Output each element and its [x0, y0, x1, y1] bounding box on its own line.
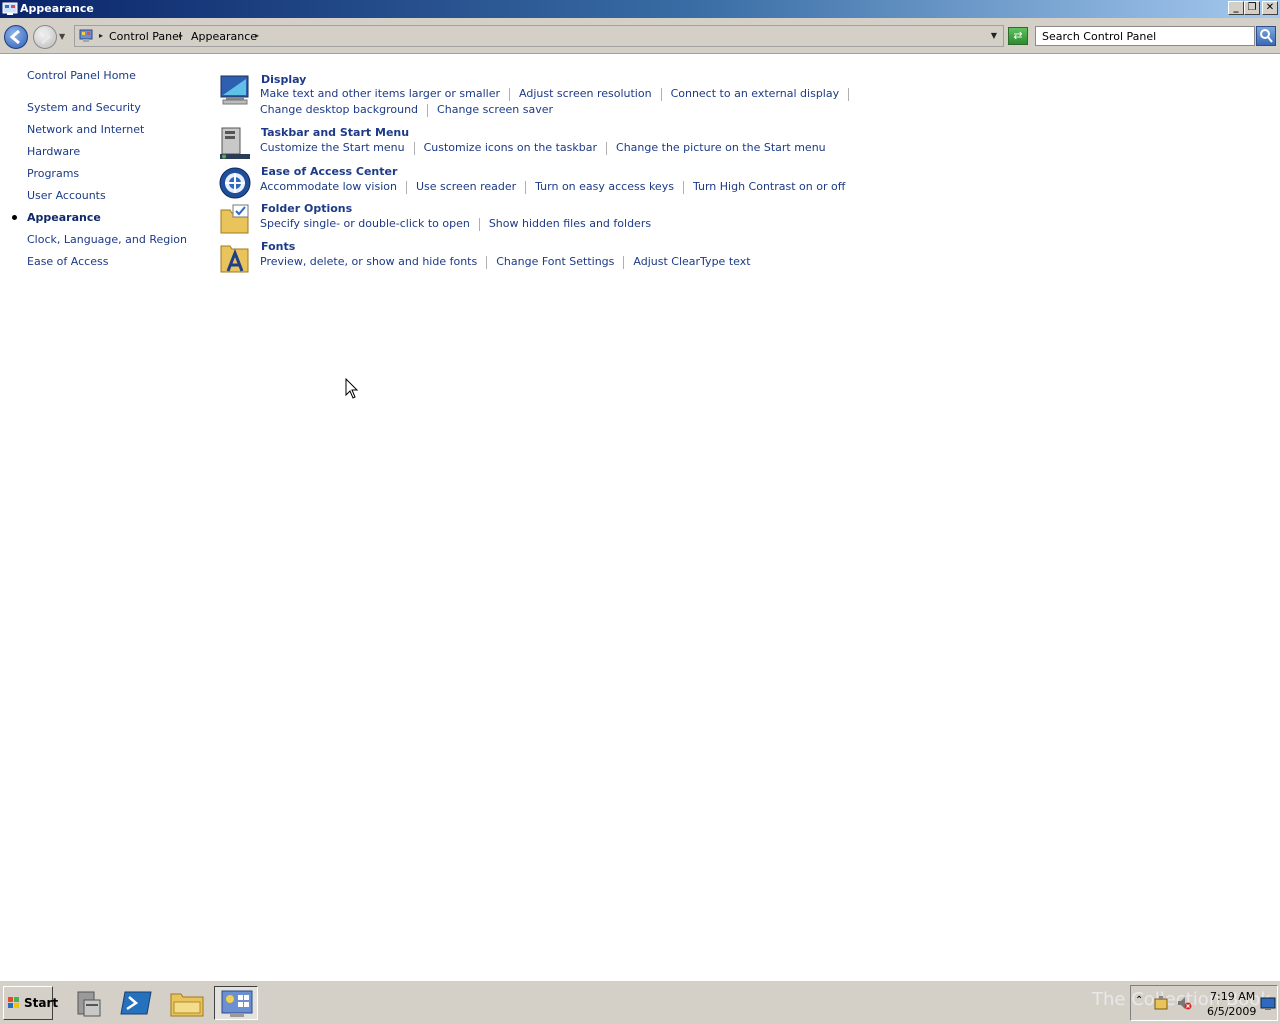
clock-date[interactable]: 6/5/2009	[1207, 1005, 1256, 1018]
taskbar: Start The Collection Book ⌃ 7:19 AM 6/5/…	[0, 980, 1280, 1024]
current-item-bullet	[12, 215, 17, 220]
forward-button[interactable]	[33, 25, 57, 49]
link-screen-resolution[interactable]: Adjust screen resolution	[519, 87, 652, 100]
sidebar-item-programs[interactable]: Programs	[27, 167, 79, 180]
sidebar-item-hardware[interactable]: Hardware	[27, 145, 80, 158]
link-customize-start-menu[interactable]: Customize the Start menu	[260, 141, 405, 154]
search-icon	[1260, 29, 1273, 43]
address-history-dropdown[interactable]: ▼	[991, 31, 997, 40]
explorer-icon	[170, 993, 204, 1017]
taskbar-links-row: Customize the Start menu Customize icons …	[260, 141, 826, 155]
breadcrumb-appearance[interactable]: Appearance	[191, 30, 257, 43]
display-icon	[220, 75, 249, 105]
close-button[interactable]: ✕	[1262, 1, 1278, 15]
action-center-icon[interactable]	[1153, 995, 1169, 1011]
fonts-icon	[220, 245, 249, 273]
ease-of-access-icon	[219, 167, 251, 199]
clock-time[interactable]: 7:19 AM	[1210, 990, 1255, 1003]
link-hidden-files[interactable]: Show hidden files and folders	[489, 217, 651, 230]
title-bar: Appearance _ ❐ ✕	[0, 0, 1280, 18]
ease-links-row: Accommodate low vision Use screen reader T…	[260, 180, 845, 194]
link-customize-taskbar-icons[interactable]: Customize icons on the taskbar	[424, 141, 597, 154]
control-panel-icon	[221, 990, 253, 1017]
back-arrow-icon	[9, 29, 20, 45]
back-button[interactable]	[4, 25, 28, 49]
taskbar-server-manager[interactable]	[66, 986, 110, 1020]
server-manager-icon	[77, 991, 101, 1017]
crumb-appearance-arrow[interactable]: ▸	[255, 31, 259, 40]
link-separator	[413, 141, 415, 155]
show-desktop-icon[interactable]	[1260, 997, 1276, 1011]
search-button[interactable]	[1256, 26, 1276, 46]
sidebar-item-clock-language-region[interactable]: Clock, Language, and Region	[27, 233, 187, 246]
minimize-button[interactable]: _	[1228, 1, 1244, 15]
display-links-row-1: Make text and other items larger or smal…	[260, 87, 858, 101]
link-text-size[interactable]: Make text and other items larger or smal…	[260, 87, 500, 100]
sidebar-home-link[interactable]: Control Panel Home	[27, 69, 136, 82]
window-title: Appearance	[20, 2, 94, 15]
category-title-display[interactable]: Display	[261, 73, 306, 86]
windows-logo-icon	[8, 997, 19, 1008]
show-hidden-icons-arrow[interactable]: ⌃	[1135, 995, 1143, 1006]
folder-links-row: Specify single- or double-click to open S…	[260, 217, 651, 231]
fonts-links-row: Preview, delete, or show and hide fonts C…	[260, 255, 751, 269]
sidebar-item-user-accounts[interactable]: User Accounts	[27, 189, 106, 202]
link-separator	[405, 180, 407, 194]
refresh-icon: ⇄	[1013, 29, 1023, 42]
display-links-row-2: Change desktop background Change screen s…	[260, 103, 553, 117]
link-screen-reader[interactable]: Use screen reader	[416, 180, 516, 193]
link-separator	[848, 87, 850, 101]
link-separator	[427, 103, 429, 117]
category-title-folder-options[interactable]: Folder Options	[261, 202, 352, 215]
control-panel-location-icon	[79, 29, 93, 42]
taskbar-icon	[220, 127, 250, 159]
category-title-ease-of-access[interactable]: Ease of Access Center	[261, 165, 397, 178]
control-panel-window-icon	[2, 2, 18, 15]
link-low-vision[interactable]: Accommodate low vision	[260, 180, 397, 193]
link-separator	[525, 180, 527, 194]
link-start-menu-picture[interactable]: Change the picture on the Start menu	[616, 141, 826, 154]
sidebar-item-network-and-internet[interactable]: Network and Internet	[27, 123, 144, 136]
forward-arrow-icon	[41, 29, 52, 45]
link-preview-fonts[interactable]: Preview, delete, or show and hide fonts	[260, 255, 477, 268]
link-separator	[486, 255, 488, 269]
taskbar-control-panel[interactable]	[214, 986, 258, 1020]
link-external-display[interactable]: Connect to an external display	[671, 87, 840, 100]
link-separator	[660, 87, 662, 101]
sidebar-item-ease-of-access[interactable]: Ease of Access	[27, 255, 108, 268]
link-high-contrast[interactable]: Turn High Contrast on or off	[693, 180, 845, 193]
link-desktop-background[interactable]: Change desktop background	[260, 103, 418, 116]
search-input[interactable]: Search Control Panel	[1035, 26, 1255, 46]
link-screen-saver[interactable]: Change screen saver	[437, 103, 553, 116]
volume-muted-icon[interactable]	[1176, 995, 1192, 1011]
sidebar-item-system-and-security[interactable]: System and Security	[27, 101, 141, 114]
address-bar[interactable]: ▸ Control Panel ▸ Appearance ▸ ▼	[74, 25, 1004, 47]
link-separator	[478, 217, 480, 231]
crumb-root-arrow[interactable]: ▸	[99, 31, 103, 40]
link-cleartype[interactable]: Adjust ClearType text	[633, 255, 750, 268]
powershell-icon	[120, 991, 152, 1015]
start-button[interactable]: Start	[3, 986, 58, 1020]
address-toolbar: ▼ ▸ Control Panel ▸ Appearance ▸ ▼ ⇄ Sea…	[0, 18, 1280, 54]
breadcrumb-control-panel[interactable]: Control Panel	[109, 30, 182, 43]
link-easy-access-keys[interactable]: Turn on easy access keys	[535, 180, 674, 193]
folder-options-icon	[220, 204, 249, 234]
restore-button[interactable]: ❐	[1244, 1, 1260, 15]
taskbar-explorer[interactable]	[165, 986, 209, 1020]
start-label: Start	[24, 996, 59, 1010]
crumb-control-panel-arrow[interactable]: ▸	[179, 31, 183, 40]
refresh-button[interactable]: ⇄	[1008, 27, 1028, 45]
mouse-cursor-icon	[345, 378, 359, 399]
link-single-double-click[interactable]: Specify single- or double-click to open	[260, 217, 470, 230]
link-separator	[682, 180, 684, 194]
link-separator	[606, 141, 608, 155]
category-title-fonts[interactable]: Fonts	[261, 240, 295, 253]
link-separator	[623, 255, 625, 269]
link-separator	[509, 87, 510, 101]
sidebar-item-appearance[interactable]: Appearance	[27, 211, 101, 224]
taskbar-powershell[interactable]	[115, 986, 159, 1020]
recent-pages-dropdown[interactable]: ▼	[59, 32, 65, 41]
link-font-settings[interactable]: Change Font Settings	[496, 255, 614, 268]
category-title-taskbar[interactable]: Taskbar and Start Menu	[261, 126, 409, 139]
